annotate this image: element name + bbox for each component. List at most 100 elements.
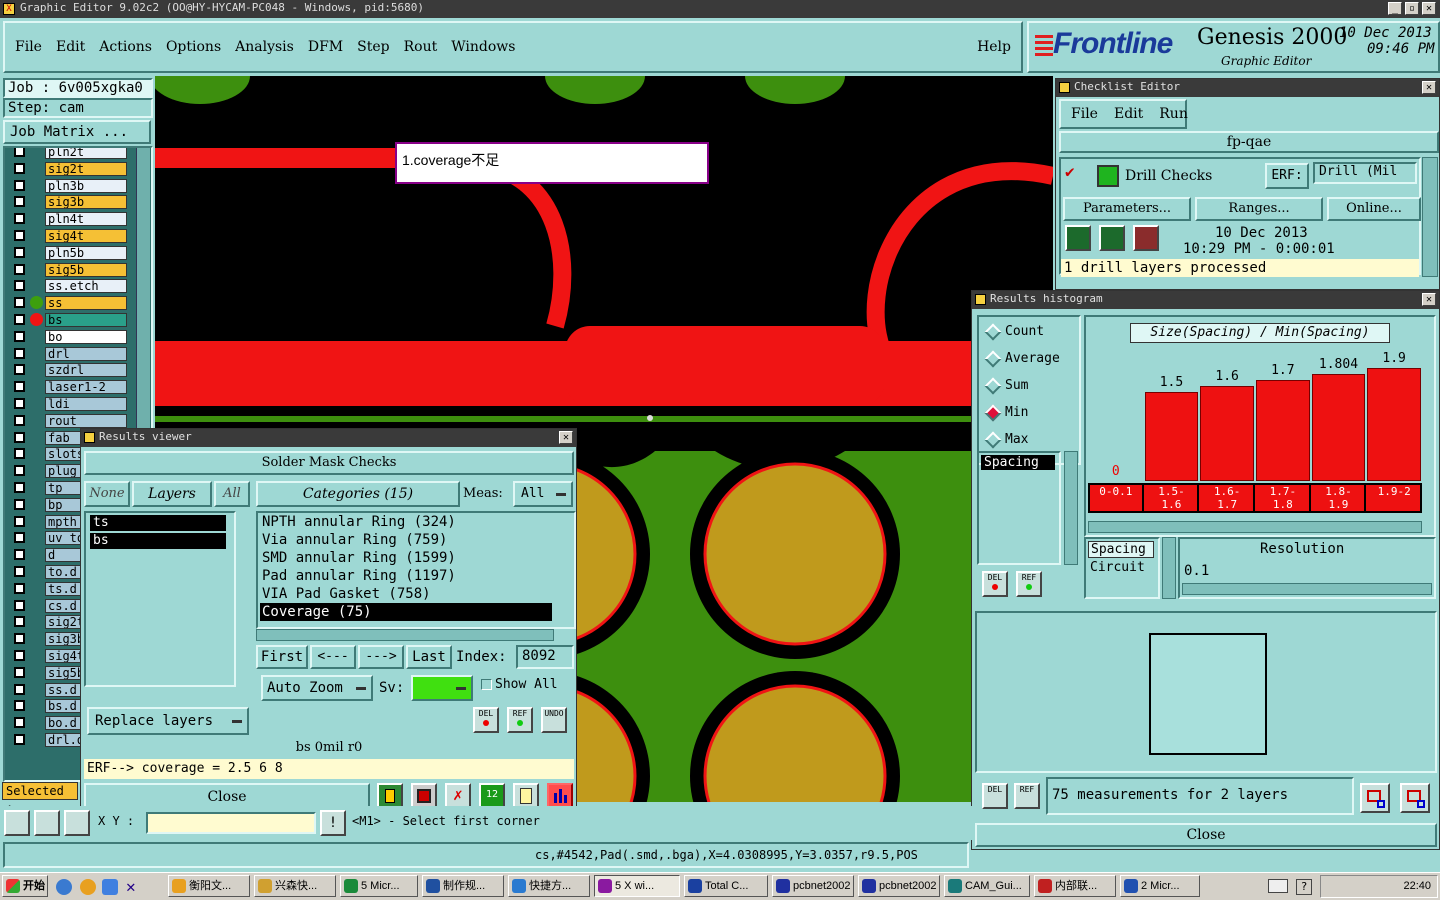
taskbar-item[interactable]: 5 X wi... [594,875,680,897]
stat-option-sum[interactable]: Sum [979,377,1079,397]
layer-checkbox[interactable] [14,297,25,309]
layer-checkbox[interactable] [14,162,25,174]
layer-row[interactable]: ldi [11,396,129,411]
parameters-button[interactable]: Parameters... [1063,197,1191,221]
histogram-bar[interactable] [1367,368,1421,481]
layer-row[interactable]: pln4t [11,211,129,227]
layers-button[interactable]: Layers [132,481,212,507]
layer-checkbox[interactable] [14,683,25,695]
quicklaunch-icon[interactable] [80,879,96,895]
resolution-slider[interactable] [1182,583,1432,595]
layer-checkbox[interactable] [14,246,25,258]
ie-icon[interactable] [56,879,72,895]
menu-item-actions[interactable]: Actions [99,39,152,55]
stat-option-count[interactable]: Count [979,323,1079,343]
layer-row[interactable]: pln2t [11,148,129,159]
menu-item-file[interactable]: File [15,39,42,55]
layer-row[interactable]: drl [11,346,129,361]
layer-checkbox[interactable] [14,599,25,611]
layer-checkbox[interactable] [14,230,25,241]
alert-icon[interactable]: ! [320,810,346,836]
hist-ref-button-2[interactable]: REF [1014,783,1040,809]
layer-checkbox[interactable] [14,700,25,712]
layer-checkbox[interactable] [14,414,25,426]
start-button[interactable]: 开始 [2,875,48,897]
layer-checkbox[interactable] [14,347,25,359]
histogram-bar[interactable] [1256,380,1310,481]
layer-row[interactable]: sig5b [11,262,129,277]
layer-checkbox[interactable] [14,532,25,544]
checklist-menu-run[interactable]: Run [1159,106,1188,122]
layer-row[interactable]: laser1-2 [11,379,129,395]
layer-row[interactable]: sig3b [11,194,129,210]
all-layers-button[interactable]: All [214,481,250,507]
category-item[interactable]: Coverage (75) [260,603,552,621]
menu-item-step[interactable]: Step [357,39,389,55]
stat-option-average[interactable]: Average [979,350,1079,370]
next-button[interactable]: ---> [358,645,404,669]
layer-checkbox[interactable] [14,582,25,594]
category-item[interactable]: Via annular Ring (759) [260,531,552,549]
first-button[interactable]: First [256,645,308,669]
taskbar-item[interactable]: 兴森快... [254,875,336,897]
auto-zoom-select[interactable]: Auto Zoom [261,675,373,701]
layer-row[interactable]: szdrl [11,362,129,378]
stat-option-max[interactable]: Max [979,431,1079,451]
taskbar-item[interactable]: 衡阳文... [168,875,250,897]
taskbar-item[interactable]: 内部联... [1034,875,1116,897]
none-button[interactable]: None [84,481,130,507]
layer-checkbox[interactable] [14,448,25,460]
menu-item-analysis[interactable]: Analysis [235,39,294,55]
layer-checkbox[interactable] [14,398,25,409]
layer-checkbox[interactable] [14,650,25,661]
taskbar-item[interactable]: 制作规... [422,875,504,897]
layer-checkbox[interactable] [14,381,25,393]
close-icon[interactable]: ✕ [1422,81,1436,94]
chart-hscroll[interactable] [1088,521,1422,533]
keyboard-icon[interactable] [1268,879,1288,893]
histogram-bar[interactable] [1144,392,1199,481]
histogram-close-button[interactable]: Close [975,823,1437,847]
checklist-scrollbar[interactable] [1422,157,1438,277]
layer-checkbox[interactable] [14,498,25,510]
close-icon[interactable]: ✕ [559,431,573,444]
quicklaunch-icon-2[interactable] [102,879,118,895]
hist-ref-button[interactable]: REF [1016,571,1042,597]
layer-checkbox[interactable] [14,616,25,628]
layer-checkbox[interactable] [14,148,25,157]
layer-row[interactable]: bo [11,329,129,344]
layer-checkbox[interactable] [14,330,25,342]
erf-input[interactable]: Drill (Mil [1313,162,1417,184]
layer-checkbox[interactable] [14,482,25,493]
layer-row[interactable]: ss [11,295,129,311]
coordinate-field[interactable] [146,812,316,834]
checklist-menu-file[interactable]: File [1071,106,1098,122]
stat-option-min[interactable]: Min [979,404,1079,424]
type-scrollbar[interactable] [1162,537,1176,599]
ranges-button[interactable]: Ranges... [1195,197,1323,221]
print-chart-icon[interactable] [1400,783,1430,813]
run-icon[interactable] [1065,225,1091,251]
layer-checkbox[interactable] [14,633,25,645]
layer-checkbox[interactable] [14,717,25,729]
check-row[interactable]: ✔ Drill Checks ERF: Drill (Mil Parameter… [1059,157,1421,277]
taskbar-item[interactable]: pcbnet2002 [858,875,940,897]
run-selected-icon[interactable] [1099,225,1125,251]
layer-row[interactable]: sig2t [11,161,129,176]
layer-row[interactable]: rout [11,413,129,428]
measure-icon[interactable] [34,810,60,836]
layer-checkbox[interactable] [14,431,25,443]
histogram-bar[interactable] [1200,386,1254,481]
layer-row[interactable]: bs [11,312,129,327]
undo-button[interactable]: UNDO [541,707,567,733]
measure-scrollbar[interactable] [1064,451,1078,565]
sv-color-select[interactable] [411,675,473,701]
prev-button[interactable]: <--- [310,645,356,669]
menu-item-edit[interactable]: Edit [56,39,85,55]
histogram-bar[interactable] [1311,374,1366,481]
minimize-button[interactable]: _ [1388,2,1402,15]
online-button[interactable]: Online... [1327,197,1421,221]
layer-row[interactable]: sig4t [11,228,129,243]
category-scrollbar-h[interactable] [256,629,554,641]
taskbar-item[interactable]: 2 Micr... [1120,875,1200,897]
